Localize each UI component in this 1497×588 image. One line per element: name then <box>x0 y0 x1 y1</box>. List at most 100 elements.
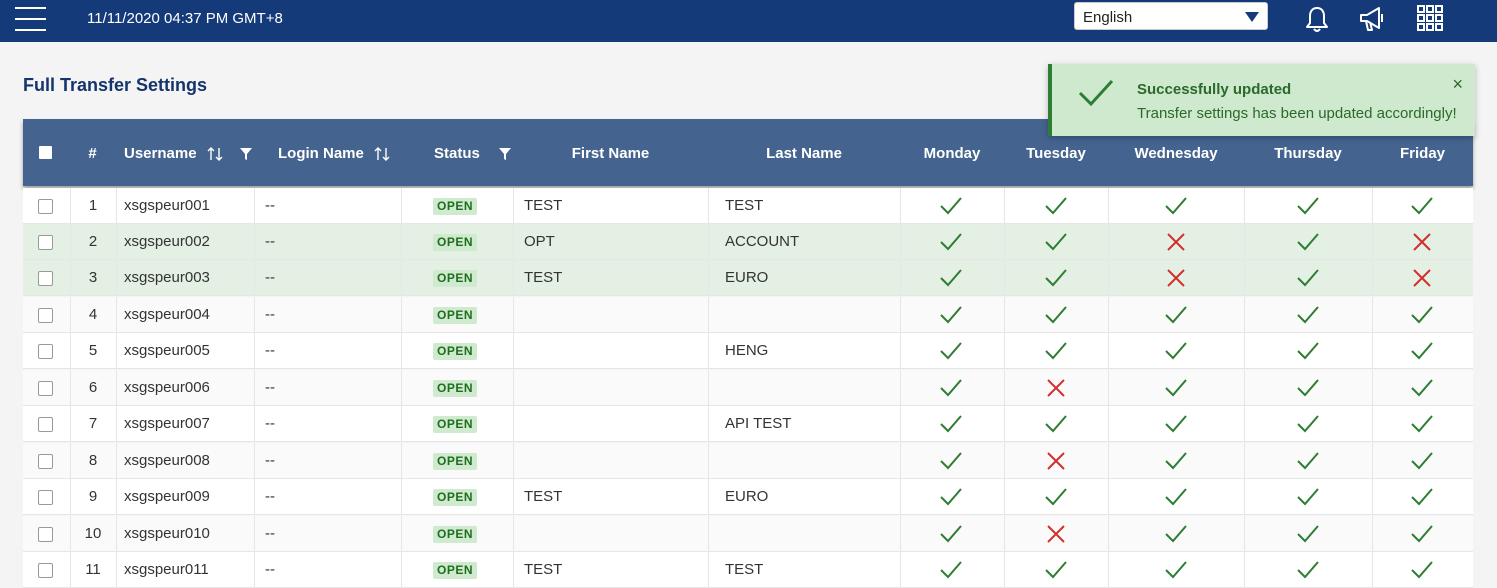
check-icon-thursday[interactable] <box>1297 196 1319 216</box>
row-checkbox[interactable] <box>38 563 53 578</box>
check-icon-tuesday[interactable] <box>1045 487 1067 507</box>
check-icon-tuesday[interactable] <box>1045 414 1067 434</box>
check-icon-wednesday[interactable] <box>1165 414 1187 434</box>
row-checkbox[interactable] <box>38 235 53 250</box>
check-icon-wednesday[interactable] <box>1165 560 1187 580</box>
row-checkbox[interactable] <box>38 454 53 469</box>
table-row[interactable]: 2 xsgspeur002 -- OPEN OPT ACCOUNT <box>23 224 1473 260</box>
check-icon-thursday[interactable] <box>1297 232 1319 252</box>
col-username[interactable]: Username <box>124 119 253 186</box>
check-icon-monday[interactable] <box>940 196 962 216</box>
check-icon-thursday[interactable] <box>1297 451 1319 471</box>
sort-icon[interactable] <box>207 146 223 162</box>
row-checkbox[interactable] <box>38 199 53 214</box>
table-row[interactable]: 1 xsgspeur001 -- OPEN TEST TEST <box>23 188 1473 224</box>
megaphone-icon[interactable] <box>1357 4 1387 34</box>
cross-icon-friday[interactable] <box>1411 268 1433 288</box>
row-checkbox[interactable] <box>38 344 53 359</box>
check-icon-monday[interactable] <box>940 232 962 252</box>
cross-icon-tuesday[interactable] <box>1045 524 1067 544</box>
table-row[interactable]: 3 xsgspeur003 -- OPEN TEST EURO <box>23 260 1473 296</box>
check-icon-thursday[interactable] <box>1297 341 1319 361</box>
col-status[interactable]: Status <box>434 119 512 186</box>
check-icon-tuesday[interactable] <box>1045 268 1067 288</box>
table-row[interactable]: 4 xsgspeur004 -- OPEN <box>23 297 1473 333</box>
check-icon-wednesday[interactable] <box>1165 487 1187 507</box>
menu-icon[interactable] <box>15 5 47 31</box>
check-icon-friday[interactable] <box>1411 341 1433 361</box>
check-icon-friday[interactable] <box>1411 305 1433 325</box>
bell-icon[interactable] <box>1302 4 1332 34</box>
table-row[interactable]: 11 xsgspeur011 -- OPEN TEST TEST <box>23 552 1473 588</box>
check-icon-monday[interactable] <box>940 451 962 471</box>
check-icon-monday[interactable] <box>940 341 962 361</box>
apps-grid-icon[interactable] <box>1415 4 1445 34</box>
column-divider <box>1372 479 1373 515</box>
language-select[interactable]: English <box>1074 2 1268 30</box>
check-icon-wednesday[interactable] <box>1165 305 1187 325</box>
sort-icon[interactable] <box>374 146 390 162</box>
cross-icon-friday[interactable] <box>1411 232 1433 252</box>
table-row[interactable]: 6 xsgspeur006 -- OPEN <box>23 370 1473 406</box>
column-divider <box>1244 224 1245 260</box>
table-row[interactable]: 5 xsgspeur005 -- OPEN HENG <box>23 333 1473 369</box>
row-checkbox[interactable] <box>38 417 53 432</box>
row-checkbox[interactable] <box>38 490 53 505</box>
row-number: 9 <box>88 488 98 505</box>
check-icon-thursday[interactable] <box>1297 560 1319 580</box>
cross-icon-wednesday[interactable] <box>1165 232 1187 252</box>
check-icon-tuesday[interactable] <box>1045 232 1067 252</box>
check-icon-tuesday[interactable] <box>1045 560 1067 580</box>
column-divider <box>1108 552 1109 588</box>
table-row[interactable]: 9 xsgspeur009 -- OPEN TEST EURO <box>23 479 1473 515</box>
check-icon-wednesday[interactable] <box>1165 341 1187 361</box>
filter-icon[interactable] <box>498 147 512 161</box>
check-icon-monday[interactable] <box>940 268 962 288</box>
row-checkbox[interactable] <box>38 381 53 396</box>
col-login-name[interactable]: Login Name <box>278 119 390 186</box>
check-icon-friday[interactable] <box>1411 487 1433 507</box>
filter-icon[interactable] <box>239 147 253 161</box>
check-icon-monday[interactable] <box>940 414 962 434</box>
table-row[interactable]: 10 xsgspeur010 -- OPEN <box>23 516 1473 552</box>
table-row[interactable]: 7 xsgspeur007 -- OPEN API TEST <box>23 406 1473 442</box>
close-icon[interactable]: × <box>1452 74 1463 95</box>
check-icon-wednesday[interactable] <box>1165 196 1187 216</box>
check-icon-monday[interactable] <box>940 524 962 544</box>
check-icon-thursday[interactable] <box>1297 268 1319 288</box>
row-checkbox[interactable] <box>38 308 53 323</box>
row-checkbox[interactable] <box>38 271 53 286</box>
check-icon-wednesday[interactable] <box>1165 524 1187 544</box>
check-icon-friday[interactable] <box>1411 414 1433 434</box>
check-icon-wednesday[interactable] <box>1165 378 1187 398</box>
check-icon-wednesday[interactable] <box>1165 451 1187 471</box>
check-icon-friday[interactable] <box>1411 378 1433 398</box>
column-divider <box>1372 188 1373 224</box>
check-icon-tuesday[interactable] <box>1045 341 1067 361</box>
check-icon-friday[interactable] <box>1411 560 1433 580</box>
check-icon-thursday[interactable] <box>1297 414 1319 434</box>
check-icon-monday[interactable] <box>940 305 962 325</box>
check-icon-thursday[interactable] <box>1297 305 1319 325</box>
check-icon-monday[interactable] <box>940 487 962 507</box>
check-icon-friday[interactable] <box>1411 451 1433 471</box>
column-divider <box>1244 333 1245 369</box>
check-icon-tuesday[interactable] <box>1045 305 1067 325</box>
column-divider <box>900 370 901 406</box>
check-icon-thursday[interactable] <box>1297 487 1319 507</box>
column-divider <box>401 297 402 333</box>
cross-icon-tuesday[interactable] <box>1045 378 1067 398</box>
table-row[interactable]: 8 xsgspeur008 -- OPEN <box>23 443 1473 479</box>
cross-icon-wednesday[interactable] <box>1165 268 1187 288</box>
check-icon-thursday[interactable] <box>1297 524 1319 544</box>
check-icon-thursday[interactable] <box>1297 378 1319 398</box>
status-cell: OPEN <box>433 297 478 333</box>
check-icon-friday[interactable] <box>1411 196 1433 216</box>
select-all-checkbox[interactable] <box>39 146 52 159</box>
check-icon-friday[interactable] <box>1411 524 1433 544</box>
check-icon-monday[interactable] <box>940 560 962 580</box>
row-checkbox[interactable] <box>38 527 53 542</box>
cross-icon-tuesday[interactable] <box>1045 451 1067 471</box>
check-icon-tuesday[interactable] <box>1045 196 1067 216</box>
check-icon-monday[interactable] <box>940 378 962 398</box>
